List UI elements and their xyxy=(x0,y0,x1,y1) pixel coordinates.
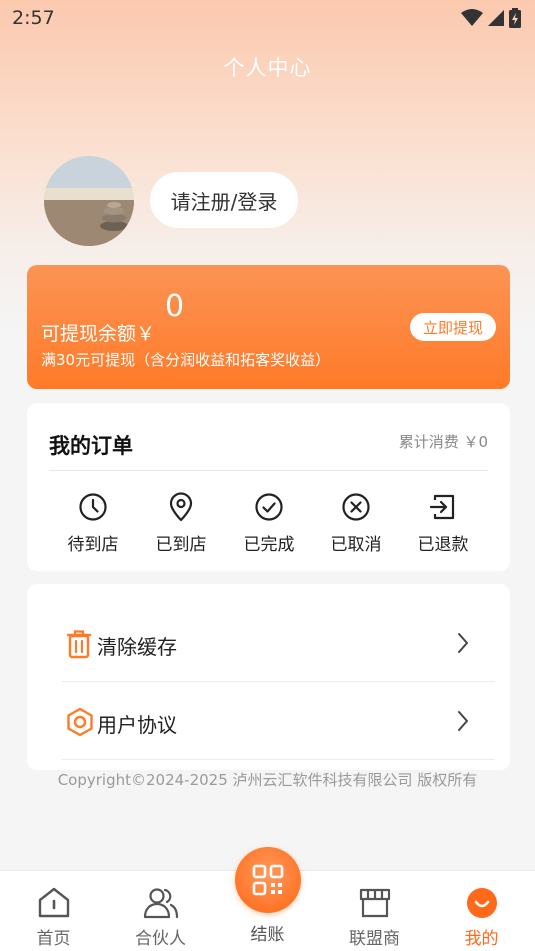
tab-label: 合伙人 xyxy=(135,929,186,949)
partners-icon xyxy=(143,888,178,919)
menu-item-label: 用户协议 xyxy=(97,713,177,737)
balance-label: 可提现余额￥ xyxy=(41,323,156,345)
balance-note: 满30元可提现（含分润收益和拓客奖收益） xyxy=(41,351,331,369)
location-pin-icon xyxy=(169,492,193,522)
home-icon xyxy=(38,887,69,918)
wifi-icon xyxy=(461,9,483,26)
trash-icon xyxy=(66,630,92,659)
orders-card: 我的订单 累计消费 ￥0 待到店 已到店 已完成 已取消 已退款 xyxy=(27,403,510,571)
tab-label: 联盟商 xyxy=(349,929,400,949)
signal-icon xyxy=(488,10,504,26)
order-status-cancelled[interactable]: 已取消 xyxy=(312,492,400,555)
refund-arrow-icon xyxy=(429,494,455,520)
divider xyxy=(49,470,488,471)
check-circle-icon xyxy=(255,493,283,521)
order-status-completed[interactable]: 已完成 xyxy=(225,492,313,555)
status-bar: 2:57 xyxy=(0,0,535,36)
order-status-label: 已完成 xyxy=(243,535,295,555)
tab-home[interactable]: 首页 xyxy=(0,871,107,951)
orders-total-spent: 累计消费 ￥0 xyxy=(398,433,488,451)
checkout-button[interactable] xyxy=(235,847,301,913)
tab-label: 首页 xyxy=(36,929,71,949)
chevron-right-icon xyxy=(458,633,468,653)
order-status-arrived[interactable]: 已到店 xyxy=(137,492,225,555)
menu-item-clear-cache[interactable]: 清除缓存 xyxy=(62,604,495,682)
x-circle-icon xyxy=(342,493,370,521)
battery-icon xyxy=(509,8,521,28)
tab-mine[interactable]: 我的 xyxy=(428,871,535,951)
balance-value: 0 xyxy=(165,289,185,324)
tab-label: 我的 xyxy=(464,929,499,949)
status-icons xyxy=(461,8,521,28)
tab-checkout-label[interactable]: 结账 xyxy=(214,920,321,945)
avatar[interactable] xyxy=(44,156,134,246)
tab-merchants[interactable]: 联盟商 xyxy=(321,871,428,951)
orders-title: 我的订单 xyxy=(49,434,133,458)
page-title: 个人中心 xyxy=(223,56,312,80)
order-status-label: 已到店 xyxy=(155,535,207,555)
order-status-label: 已退款 xyxy=(417,535,469,555)
order-status-pending[interactable]: 待到店 xyxy=(49,492,137,555)
balance-card: 0 可提现余额￥ 满30元可提现（含分润收益和拓客奖收益） 立即提现 xyxy=(27,265,510,389)
smile-icon xyxy=(466,888,497,918)
avatar-image xyxy=(44,156,134,246)
order-status-label: 已取消 xyxy=(330,535,382,555)
qr-code-icon xyxy=(252,864,284,896)
order-status-refunded[interactable]: 已退款 xyxy=(399,492,487,555)
menu-item-user-agreement[interactable]: 用户协议 xyxy=(62,682,495,760)
clock-icon xyxy=(79,493,107,521)
status-time: 2:57 xyxy=(12,7,55,29)
order-status-label: 待到店 xyxy=(67,535,119,555)
settings-menu: 清除缓存 用户协议 xyxy=(27,584,510,770)
store-icon xyxy=(359,888,390,918)
menu-item-label: 清除缓存 xyxy=(97,635,177,659)
hexagon-icon xyxy=(67,707,93,737)
copyright-text: Copyright©2024-2025 泸州云汇软件科技有限公司 版权所有 xyxy=(57,771,478,789)
withdraw-button[interactable]: 立即提现 xyxy=(409,313,496,341)
login-button[interactable]: 请注册/登录 xyxy=(150,172,298,228)
chevron-right-icon xyxy=(458,711,468,731)
tab-partners[interactable]: 合伙人 xyxy=(107,871,214,951)
